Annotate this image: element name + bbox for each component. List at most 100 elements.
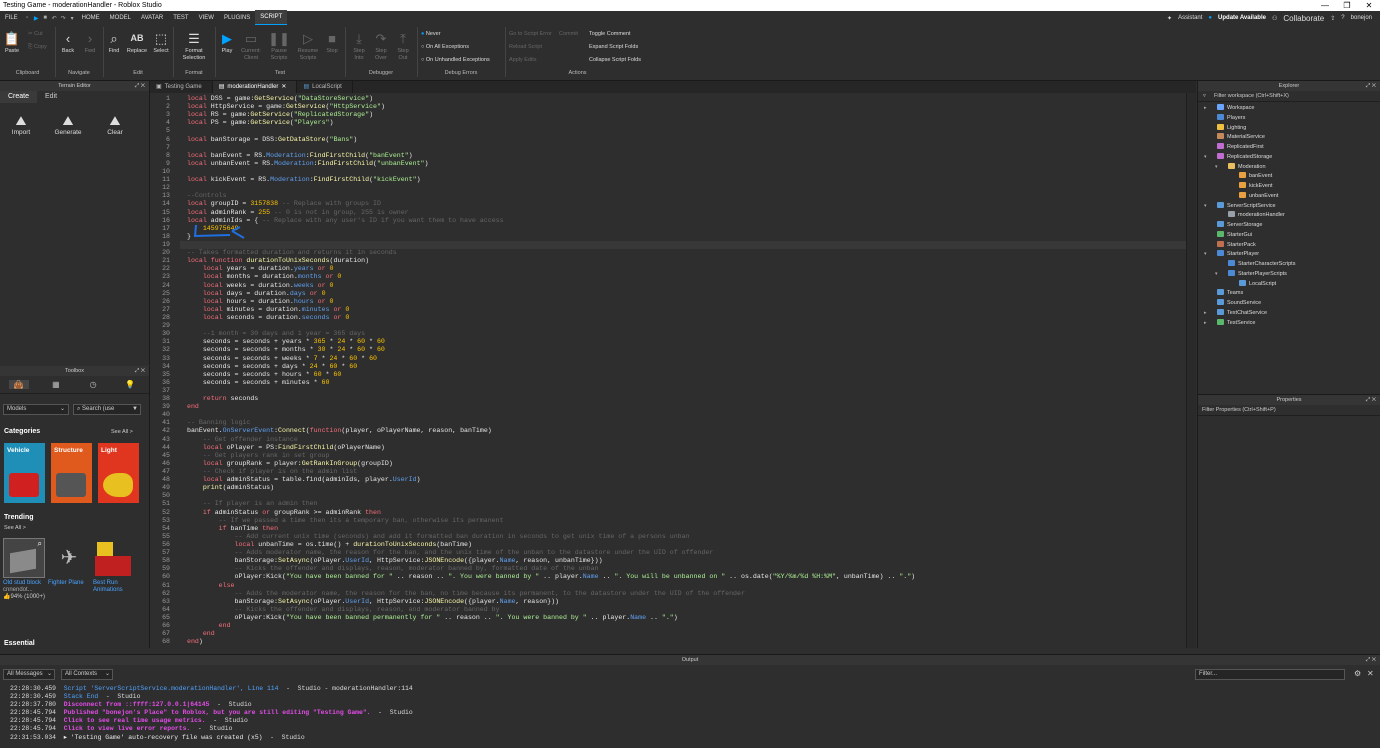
explorer-item[interactable]: Teams (1198, 289, 1380, 299)
code-line[interactable]: local banEvent = RS.Moderation:FindFirst… (187, 152, 915, 160)
explorer-item[interactable]: Players (1198, 113, 1380, 124)
menu-home[interactable]: HOME (77, 11, 105, 25)
code-line[interactable]: --Controls (187, 192, 915, 200)
toolbox-search-input[interactable]: ⌕ Search (use ▼ (73, 404, 141, 415)
code-line[interactable]: -- Kicks the offender and displays, reas… (187, 565, 915, 573)
explorer-item[interactable]: ▾ StarterPlayerScripts (1198, 269, 1380, 280)
code-line[interactable]: oPlayer:Kick("You have been banned for "… (187, 573, 915, 581)
code-line[interactable]: seconds = seconds + minutes * 60 (187, 379, 915, 387)
back-button[interactable]: ‹ Back (60, 30, 76, 55)
code-line[interactable]: local kickEvent = RS.Moderation:FindFirs… (187, 176, 915, 184)
output-line[interactable]: 22:28:37.780 Disconnect from ::ffff:127.… (10, 701, 413, 709)
code-line[interactable]: local PS = game:GetService("Players") (187, 119, 915, 127)
code-line[interactable]: banStorage:SetAsync(oPlayer.UserId, Http… (187, 598, 915, 606)
code-line[interactable] (187, 144, 915, 152)
category-select[interactable]: Models ⌄ (3, 404, 69, 415)
cut-button[interactable]: ✂ Cut (28, 31, 43, 38)
tab-moderation-handler[interactable]: ▤ moderationHandler ✕ (212, 81, 298, 93)
close-icon[interactable]: ⤢ ✕ (1366, 81, 1376, 91)
editor-scrollbar[interactable] (1186, 93, 1196, 648)
code-line[interactable]: banStorage:SetAsync(oPlayer.UserId, Http… (187, 557, 915, 565)
code-line[interactable]: local months = duration.months or 0 (187, 273, 915, 281)
explorer-item[interactable]: ReplicatedFirst (1198, 143, 1380, 153)
code-line[interactable] (187, 492, 915, 500)
code-line[interactable]: -- Banning logic (187, 419, 915, 427)
code-line[interactable] (187, 184, 915, 192)
menu-model[interactable]: MODEL (105, 11, 136, 25)
explorer-item[interactable]: StarterCharacterScripts (1198, 260, 1380, 270)
creations-bulb-icon[interactable]: 💡 (120, 380, 140, 389)
step-over-button[interactable]: ↷ Step Over (372, 30, 390, 62)
code-line[interactable] (187, 127, 915, 135)
expand-arrow-icon[interactable]: ▾ (1204, 250, 1207, 260)
format-selection-button[interactable]: ☰ Format Selection (178, 30, 210, 62)
toggle-comment-button[interactable]: Toggle Comment (589, 31, 631, 38)
code-line[interactable]: print(adminStatus) (187, 484, 915, 492)
paste-button[interactable]: 📋 Paste (3, 30, 21, 55)
code-line[interactable]: --1 month = 30 days and 1 year = 365 day… (187, 330, 915, 338)
code-line[interactable]: else (187, 582, 915, 590)
close-icon[interactable]: ⤢ ✕ (1366, 655, 1376, 665)
step-out-button[interactable]: ⤒ Step Out (394, 30, 412, 62)
code-line[interactable]: local function durationToUnixSeconds(dur… (187, 257, 915, 265)
code-line[interactable]: seconds = seconds + days * 24 * 60 * 60 (187, 363, 915, 371)
apply-edits-button[interactable]: Apply Edits (509, 57, 537, 64)
expand-arrow-icon[interactable]: ▾ (1204, 153, 1207, 163)
code-line[interactable]: local unbanEvent = RS.Moderation:FindFir… (187, 160, 915, 168)
explorer-item[interactable]: moderationHandler (1198, 211, 1380, 221)
code-line[interactable]: local unbanTime = os.time() + durationTo… (187, 541, 915, 549)
minimize-button[interactable]: — (1314, 0, 1336, 11)
code-line[interactable]: local oPlayer = PS:FindFirstChild(oPlaye… (187, 444, 915, 452)
code-line[interactable]: if adminStatus or groupRank >= adminRank… (187, 509, 915, 517)
close-button[interactable]: ✕ (1358, 0, 1380, 11)
code-line[interactable]: seconds = seconds + hours * 60 * 60 (187, 371, 915, 379)
generate-button[interactable]: ⛰ Generate (53, 113, 83, 136)
explorer-filter-input[interactable]: ▿ Filter workspace (Ctrl+Shift+X) (1198, 91, 1380, 102)
code-line[interactable]: end) (187, 638, 915, 646)
code-line[interactable]: -- Takes formatted duration and returns … (187, 249, 915, 257)
step-into-button[interactable]: ⤓ Step Into (350, 30, 368, 62)
explorer-item[interactable]: MaterialService (1198, 133, 1380, 143)
code-line[interactable] (187, 387, 915, 395)
script-editor[interactable]: 1 2 3 4 5 6 7 8 9 10 11 12 13 14 15 16 17 18 19 20 21 22 23 24 2… (150, 93, 1196, 648)
code-line[interactable]: if banTime then (187, 525, 915, 533)
break-on-all-option[interactable]: ○ On All Exceptions (421, 44, 469, 51)
code-line[interactable]: local minutes = duration.minutes or 0 (187, 306, 915, 314)
explorer-item[interactable]: StarterPack (1198, 240, 1380, 251)
explorer-item[interactable]: ▸ TextChatService (1198, 308, 1380, 319)
code-line[interactable] (187, 411, 915, 419)
trending-item[interactable]: ✈ Fighter Plane (48, 538, 90, 587)
code-line[interactable]: local years = duration.years or 0 (187, 265, 915, 273)
output-line[interactable]: 22:28:45.794 Click to view live error re… (10, 725, 413, 733)
share-icon[interactable]: ⇪ (1330, 15, 1335, 22)
redo-icon[interactable]: ↷ (59, 15, 68, 22)
expand-arrow-icon[interactable]: ▸ (1204, 309, 1207, 319)
code-line[interactable]: banEvent.OnServerEvent:Connect(function(… (187, 427, 915, 435)
menu-avatar[interactable]: AVATAR (136, 11, 168, 25)
help-icon[interactable]: ? (1341, 15, 1344, 21)
settings-icon[interactable]: ⚙ (1354, 669, 1361, 678)
code-line[interactable]: return seconds (187, 395, 915, 403)
output-filter-input[interactable]: Filter... (1195, 669, 1345, 680)
copy-button[interactable]: ⎘ Copy (28, 44, 47, 51)
pause-scripts-button[interactable]: ❚❚ Pause Scripts (266, 30, 292, 62)
code-line[interactable]: end (187, 403, 915, 411)
commit-button[interactable]: Commit (559, 31, 578, 38)
tab-testing-game[interactable]: ▣ Testing Game (150, 81, 213, 93)
code-line[interactable] (187, 241, 915, 249)
close-icon[interactable]: ⤢ ✕ (135, 366, 145, 376)
code-line[interactable]: local banStorage = DSS:GetDataStore("Ban… (187, 136, 915, 144)
code-line[interactable]: local DSS = game:GetService("DataStoreSe… (187, 95, 915, 103)
find-button[interactable]: ⌕ Find (106, 30, 122, 55)
marketplace-bag-icon[interactable]: 👜 (8, 380, 29, 389)
explorer-item[interactable]: Lighting (1198, 123, 1380, 134)
code-line[interactable]: seconds = seconds + weeks * 7 * 24 * 60 … (187, 355, 915, 363)
explorer-item[interactable]: ▾ ServerScriptService (1198, 201, 1380, 212)
undo-icon[interactable]: ↶ (50, 15, 59, 22)
category-vehicle[interactable]: Vehicle (4, 443, 45, 503)
menu-test[interactable]: TEST (168, 11, 193, 25)
expand-arrow-icon[interactable]: ▾ (1204, 202, 1207, 212)
code-line[interactable]: end (187, 630, 915, 638)
explorer-item[interactable]: StarterGui (1198, 230, 1380, 241)
trending-item[interactable]: Best Run Animations (93, 538, 135, 594)
